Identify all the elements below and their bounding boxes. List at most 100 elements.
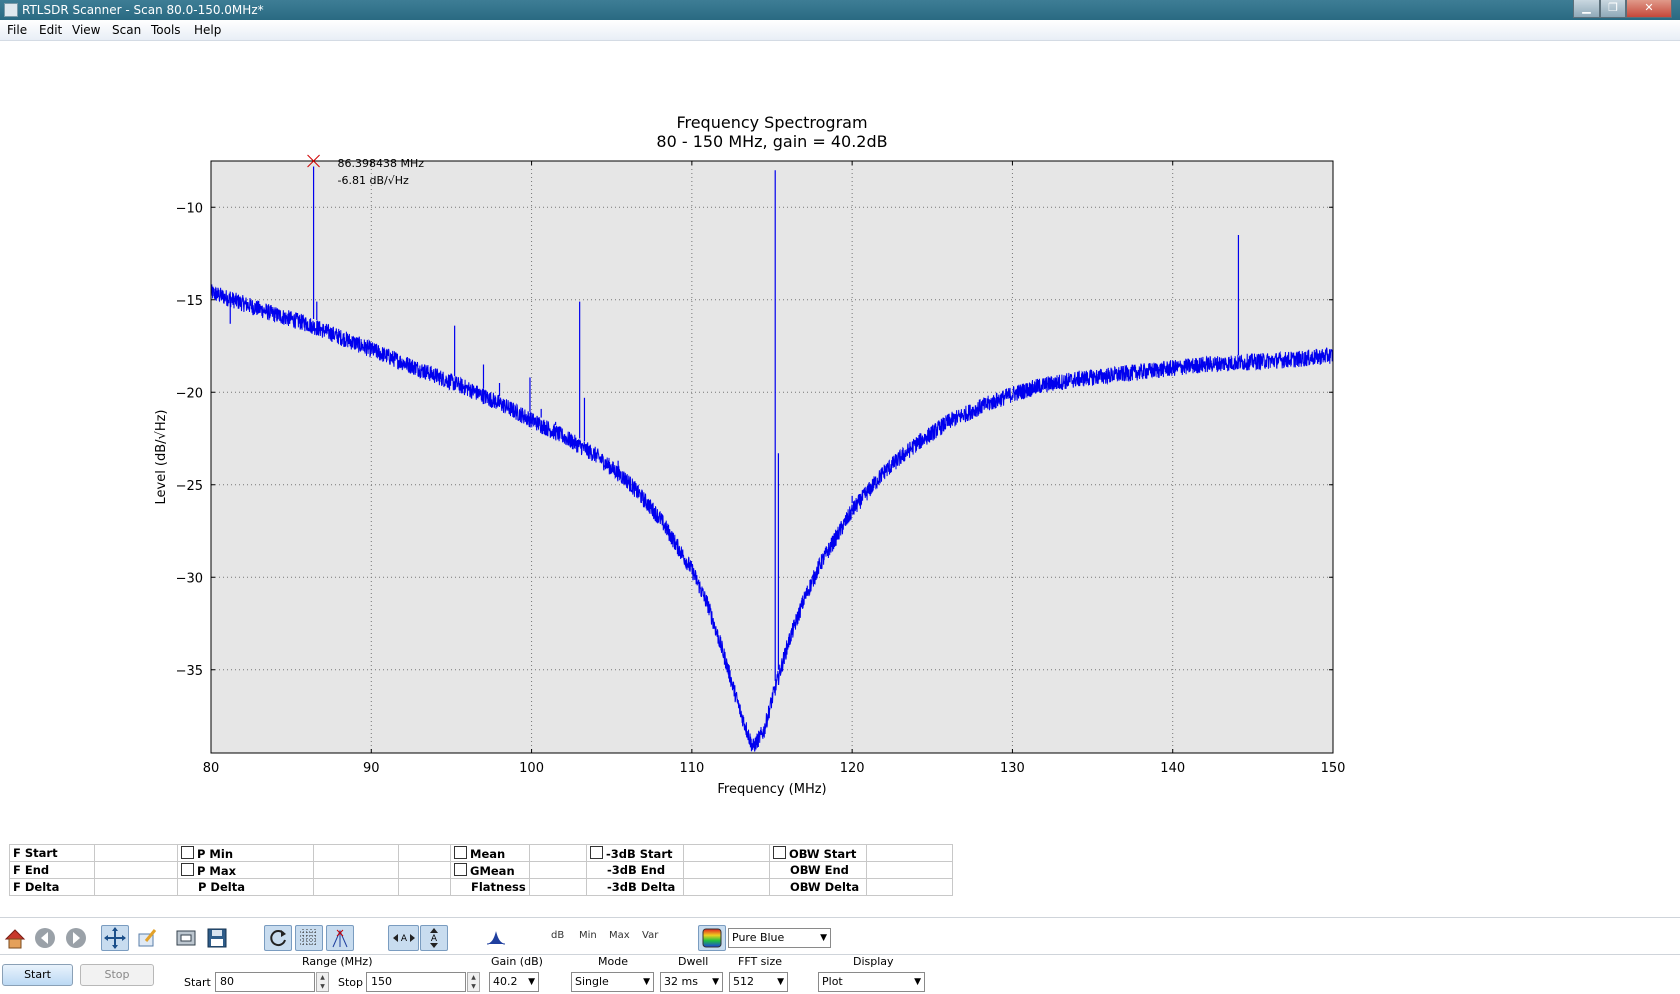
menu-scan[interactable]: Scan: [112, 23, 141, 37]
spectrum-chart[interactable]: 80 90 100 110 120 130 140 150 −10 −15 −20 −25 −30 −35…: [0, 110, 1400, 810]
3db-start-checkbox[interactable]: [590, 845, 603, 859]
forward-arrow-icon[interactable]: [62, 925, 90, 951]
toolbar-separator: [0, 917, 1680, 918]
fft-size-label: FFT size: [738, 955, 783, 968]
measure-label: -3dB End: [586, 861, 684, 879]
peak-frequency-label: 86.398438 MHz: [338, 157, 425, 170]
x-tick-label: 140: [1160, 761, 1185, 776]
refresh-icon[interactable]: [264, 925, 292, 951]
menu-tools[interactable]: Tools: [151, 23, 181, 37]
chevron-down-icon: ▼: [820, 933, 827, 943]
obw-start-checkbox[interactable]: [773, 845, 786, 859]
scale-y-icon[interactable]: A: [420, 925, 448, 951]
measure-label: OBW Start: [769, 844, 867, 862]
gain-select[interactable]: 40.2 ▼: [489, 972, 539, 992]
start-button[interactable]: Start: [2, 964, 73, 986]
save-icon[interactable]: [203, 925, 231, 951]
y-tick-label: −20: [176, 386, 203, 401]
x-tick-label: 100: [519, 761, 544, 776]
svg-text:A: A: [431, 934, 438, 944]
mode-select[interactable]: Single ▼: [571, 972, 654, 992]
colour-map-select[interactable]: Pure Blue ▼: [728, 928, 831, 948]
x-tick-label: 120: [840, 761, 865, 776]
db-toggle[interactable]: dB: [551, 930, 564, 941]
measure-value: [313, 878, 399, 896]
measure-label: F End: [9, 861, 95, 879]
fft-size-select[interactable]: 512 ▼: [729, 972, 788, 992]
close-button[interactable]: ✕: [1626, 0, 1672, 18]
app-icon: [4, 3, 18, 17]
plot-area: [211, 161, 1333, 753]
edit-icon[interactable]: [133, 925, 161, 951]
peak-marker-icon[interactable]: [326, 925, 354, 951]
measure-label: GMean: [450, 861, 530, 879]
measure-label: Flatness: [450, 878, 530, 896]
subplot-config-icon[interactable]: [172, 925, 200, 951]
x-tick-label: 80: [203, 761, 220, 776]
measure-value: [683, 844, 770, 862]
measure-value: [866, 878, 953, 896]
start-frequency-input[interactable]: 80: [215, 972, 315, 992]
min-toggle[interactable]: Min: [579, 930, 597, 941]
measure-value: [529, 844, 587, 862]
chart-title: Frequency Spectrogram: [676, 113, 867, 132]
x-axis-label: Frequency (MHz): [717, 782, 826, 797]
measure-value: [683, 878, 770, 896]
measure-label: F Start: [9, 844, 95, 862]
home-icon[interactable]: [1, 925, 29, 951]
measure-label: Mean: [450, 844, 530, 862]
measure-value: [94, 878, 178, 896]
measure-value: [529, 861, 587, 879]
maximize-button[interactable]: ❐: [1600, 0, 1626, 18]
measure-label: P Delta: [177, 878, 314, 896]
menu-file[interactable]: File: [7, 23, 27, 37]
stop-spin-buttons[interactable]: ▲ ▼: [467, 972, 480, 992]
y-tick-label: −35: [176, 664, 203, 679]
var-toggle[interactable]: Var: [642, 930, 658, 941]
chevron-down-icon: ▼: [528, 977, 535, 987]
gain-label: Gain (dB): [491, 955, 543, 968]
p-min-checkbox[interactable]: [181, 845, 194, 859]
menu-help[interactable]: Help: [194, 23, 221, 37]
mean-checkbox[interactable]: [454, 845, 467, 859]
x-tick-label: 110: [679, 761, 704, 776]
menu-bar: File Edit View Scan Tools Help: [0, 20, 1680, 41]
dwell-select[interactable]: 32 ms ▼: [660, 972, 723, 992]
display-label: Display: [853, 955, 894, 968]
dwell-label: Dwell: [678, 955, 709, 968]
chevron-down-icon: ▼: [914, 977, 921, 987]
back-arrow-icon[interactable]: [31, 925, 59, 951]
p-max-checkbox[interactable]: [181, 862, 194, 876]
title-bar: RTLSDR Scanner - Scan 80.0-150.0MHz* ▁ ❐…: [0, 0, 1680, 20]
max-toggle[interactable]: Max: [609, 930, 630, 941]
scale-x-icon[interactable]: A: [388, 925, 419, 951]
measure-value: [529, 878, 587, 896]
measurement-table: F Start P Min Mean -3dB Start OBW Start …: [9, 844, 953, 896]
colour-map-icon[interactable]: [698, 925, 726, 951]
minimize-button[interactable]: ▁: [1573, 0, 1600, 18]
y-tick-label: −15: [176, 294, 203, 309]
y-axis-label: Level (dB/√Hz): [154, 409, 169, 504]
chevron-down-icon: ▼: [643, 977, 650, 987]
measure-label: -3dB Delta: [586, 878, 684, 896]
measure-label: OBW End: [769, 861, 867, 879]
peak-level-label: -6.81 dB/√Hz: [338, 174, 409, 187]
start-spin-buttons[interactable]: ▲ ▼: [316, 972, 329, 992]
pan-icon[interactable]: [101, 925, 129, 951]
display-select[interactable]: Plot ▼: [818, 972, 925, 992]
fade-icon[interactable]: [482, 925, 510, 951]
x-tick-label: 130: [1000, 761, 1025, 776]
measure-value: [94, 861, 178, 879]
stop-frequency-input[interactable]: 150: [366, 972, 466, 992]
menu-edit[interactable]: Edit: [39, 23, 62, 37]
gmean-checkbox[interactable]: [454, 862, 467, 876]
y-tick-label: −30: [176, 571, 203, 586]
menu-view[interactable]: View: [72, 23, 100, 37]
y-tick-label: −25: [176, 479, 203, 494]
grid-icon[interactable]: [295, 925, 323, 951]
stop-button[interactable]: Stop: [80, 964, 154, 986]
range-label: Range (MHz): [302, 955, 373, 968]
measure-label: P Min: [177, 844, 314, 862]
controls-separator: [0, 954, 1680, 955]
chevron-down-icon: ▼: [712, 977, 719, 987]
